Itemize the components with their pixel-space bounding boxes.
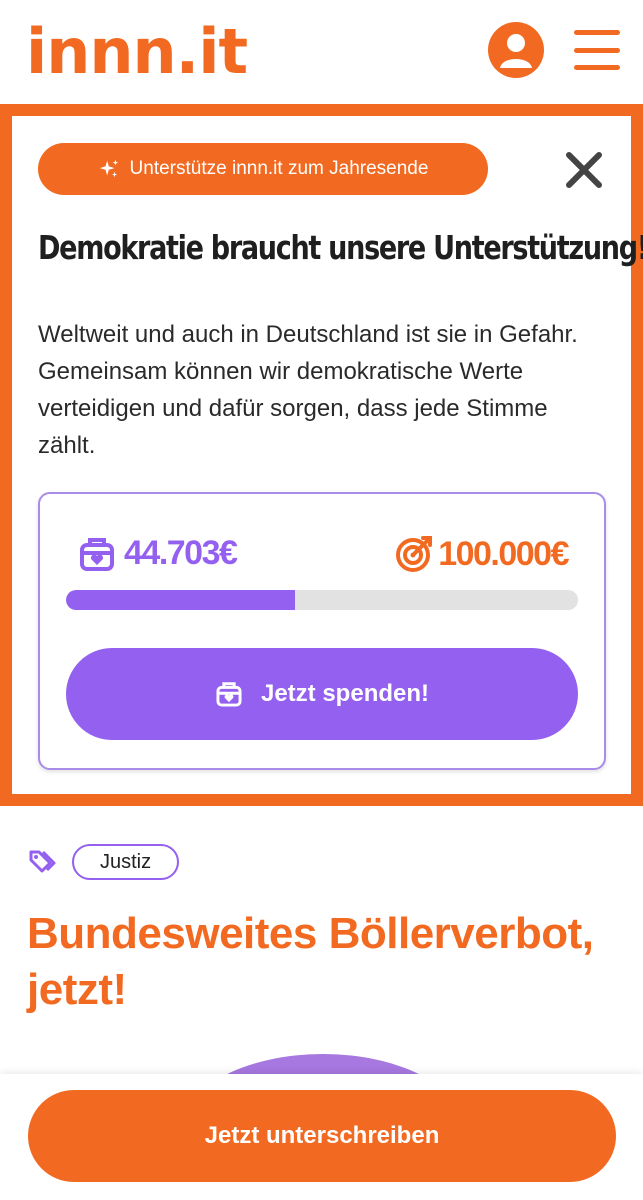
tag-row: Justiz	[28, 844, 180, 880]
donation-progress-card: 44.703€ 100.000€ Jetzt spenden!	[38, 492, 606, 770]
logo[interactable]: innn.it	[26, 15, 248, 88]
user-account-button[interactable]	[488, 22, 544, 78]
donation-box-icon	[216, 682, 242, 707]
goal-amount: 100.000€	[438, 534, 569, 573]
site-header: innn.it	[0, 0, 643, 104]
year-end-badge: Unterstütze innn.it zum Jahresende	[38, 143, 488, 195]
logo-text: innn.it	[26, 15, 248, 88]
sign-petition-label: Jetzt unterschreiben	[204, 1122, 440, 1149]
progress-bar-fill	[66, 590, 295, 610]
banner-text: Weltweit und auch in Deutschland ist sie…	[38, 321, 578, 459]
sparkle-icon	[99, 159, 118, 178]
donation-banner: Unterstütze innn.it zum Jahresende Demok…	[0, 104, 643, 806]
close-button[interactable]	[564, 150, 604, 190]
sign-petition-button[interactable]: Jetzt unterschreiben	[28, 1090, 616, 1182]
banner-title: Demokratie braucht unsere Unterstützung!	[38, 228, 643, 267]
target-icon	[396, 536, 433, 572]
tag-icon	[29, 850, 56, 873]
raised-amount-group: 44.703€	[78, 534, 238, 573]
user-icon	[500, 34, 532, 68]
close-icon	[566, 152, 602, 188]
tag-chip-label: Justiz	[100, 850, 152, 873]
tag-chip-justiz[interactable]: Justiz	[72, 844, 180, 880]
donate-button-label: Jetzt spenden!	[260, 680, 430, 707]
raised-amount: 44.703€	[124, 534, 238, 572]
goal-amount-group: 100.000€	[394, 534, 569, 574]
sticky-sign-bar: Jetzt unterschreiben	[0, 1074, 643, 1200]
progress-bar	[66, 590, 578, 610]
petition-title: Bundesweites Böllerverbot, jetzt!	[27, 909, 594, 1014]
hamburger-menu-icon	[574, 30, 620, 35]
hamburger-menu-button[interactable]	[574, 26, 620, 74]
year-end-badge-label: Unterstütze innn.it zum Jahresende	[129, 158, 429, 179]
donation-box-icon	[80, 537, 114, 571]
donate-button[interactable]: Jetzt spenden!	[66, 648, 578, 740]
